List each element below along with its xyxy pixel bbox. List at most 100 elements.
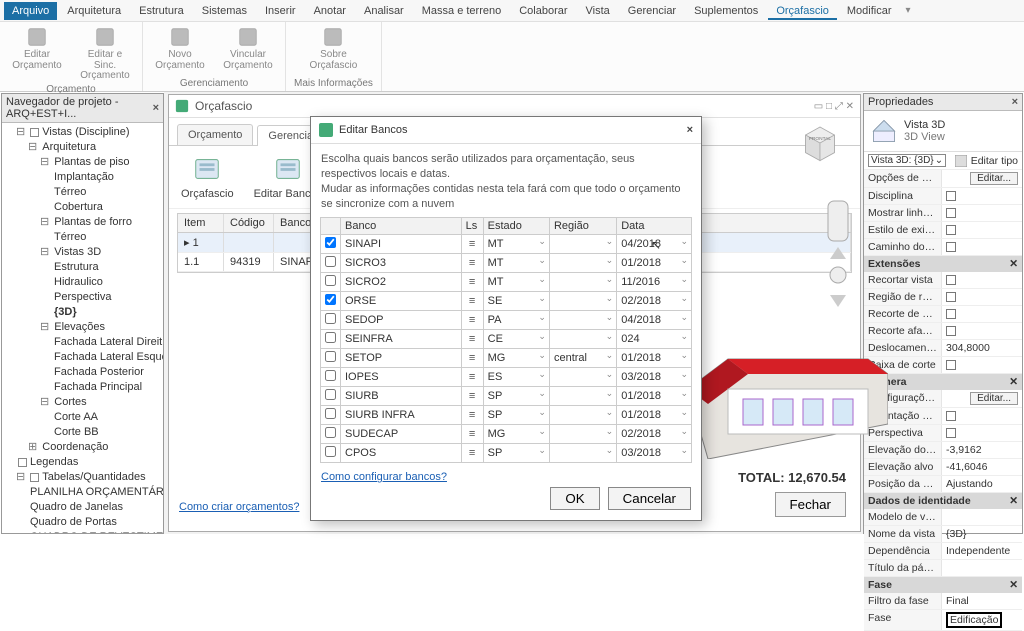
prop-row[interactable]: Disciplina (864, 188, 1022, 205)
prop-row[interactable]: Modelo de vista (864, 509, 1022, 526)
prop-row[interactable]: Opções de exi...Editar... (864, 170, 1022, 188)
menu-colaborar[interactable]: Colaborar (511, 2, 575, 20)
menu-inserir[interactable]: Inserir (257, 2, 304, 20)
banco-row[interactable]: ORSE≡SE02/2018 (321, 292, 692, 311)
checkbox[interactable] (946, 242, 956, 252)
banco-row[interactable]: SEDOP≡PA04/2018 (321, 311, 692, 330)
tree-node[interactable]: Cobertura (6, 200, 161, 215)
checkbox[interactable] (946, 208, 956, 218)
menu-estrutura[interactable]: Estrutura (131, 2, 192, 20)
view-type[interactable]: Vista 3D 3D View (864, 111, 1022, 152)
banco-row[interactable]: SEINFRA≡CE024 (321, 330, 692, 349)
tree-node[interactable]: ⊟ Vistas 3D (6, 245, 161, 260)
menu-modificar[interactable]: Modificar (839, 2, 900, 20)
prop-row[interactable]: Título da pági... (864, 560, 1022, 577)
banco-checkbox[interactable] (325, 351, 336, 362)
fechar-button[interactable]: Fechar (775, 492, 846, 517)
nav-wheel[interactable] (824, 197, 852, 317)
banco-row[interactable]: IOPES≡ES03/2018 (321, 368, 692, 387)
ok-button[interactable]: OK (550, 487, 599, 510)
tree-node[interactable]: ⊟ Vistas (Discipline) (6, 125, 161, 140)
tree-node[interactable]: PLANILHA ORÇAMENTÁRIA (6, 485, 161, 500)
tree-node[interactable]: ⊞ Coordenação (6, 440, 161, 455)
banco-checkbox[interactable] (325, 408, 336, 419)
menu-anotar[interactable]: Anotar (306, 2, 354, 20)
banco-checkbox[interactable] (325, 427, 336, 438)
banco-checkbox[interactable] (325, 370, 336, 381)
close-icon[interactable]: × (687, 124, 693, 136)
checkbox[interactable] (946, 225, 956, 235)
close-icon[interactable]: × (1012, 96, 1018, 108)
prop-row[interactable]: Caminho do sol (864, 239, 1022, 256)
banco-checkbox[interactable] (325, 237, 336, 248)
editar-sinc-orcamento[interactable]: Editar e Sinc.Orçamento (76, 26, 134, 82)
banco-row[interactable]: SICRO2≡MT11/2016 (321, 273, 692, 292)
checkbox[interactable] (946, 191, 956, 201)
prop-row[interactable]: Filtro da faseFinal (864, 593, 1022, 610)
tree-node[interactable]: ⊟ Cortes (6, 395, 161, 410)
view-selector[interactable]: Vista 3D: {3D}⌄ (868, 154, 946, 167)
banco-checkbox[interactable] (325, 389, 336, 400)
cancel-button[interactable]: Cancelar (608, 487, 691, 510)
tree-node[interactable]: Estrutura (6, 260, 161, 275)
banco-row[interactable]: SETOP≡MGcentral01/2018 (321, 349, 692, 368)
prop-row[interactable]: DependênciaIndependente (864, 543, 1022, 560)
prop-row[interactable]: Elevação alvo-41,6046 (864, 459, 1022, 476)
tree-node[interactable]: Perspectiva (6, 290, 161, 305)
tree-node[interactable]: Térreo (6, 185, 161, 200)
project-tree[interactable]: ⊟ Vistas (Discipline)⊟ Arquitetura⊟ Plan… (2, 123, 163, 533)
checkbox[interactable] (946, 360, 956, 370)
checkbox[interactable] (946, 292, 956, 302)
tree-node[interactable]: Fachada Principal (6, 380, 161, 395)
checkbox[interactable] (946, 411, 956, 421)
prop-row[interactable]: Nome da vista{3D} (864, 526, 1022, 543)
checkbox[interactable] (946, 326, 956, 336)
orcafascio-btn[interactable]: Orçafascio (181, 154, 234, 200)
editar-orcamento[interactable]: EditarOrçamento (8, 26, 66, 82)
checkbox[interactable] (946, 275, 956, 285)
banco-row[interactable]: SIURB INFRA≡SP01/2018 (321, 406, 692, 425)
tree-node[interactable]: Quadro de Janelas (6, 500, 161, 515)
menu-massa-e-terreno[interactable]: Massa e terreno (414, 2, 509, 20)
banco-checkbox[interactable] (325, 446, 336, 457)
prop-row[interactable]: Estilo de exibi... (864, 222, 1022, 239)
prop-row[interactable]: Posição da câ...Ajustando (864, 476, 1022, 493)
tree-node[interactable]: Térreo (6, 230, 161, 245)
menu-analisar[interactable]: Analisar (356, 2, 412, 20)
menu-overflow-icon[interactable]: ▾ (902, 5, 915, 16)
menu-sistemas[interactable]: Sistemas (194, 2, 255, 20)
menu-arquivo[interactable]: Arquivo (4, 2, 57, 20)
tree-node[interactable]: ⊟ Elevações (6, 320, 161, 335)
tree-node[interactable]: {3D} (6, 305, 161, 320)
bancos-table[interactable]: BancoLsEstadoRegiãoDataSINAPI≡MT04/2018↖… (320, 217, 692, 463)
novo-orcamento[interactable]: NovoOrçamento (151, 26, 209, 71)
prop-row[interactable]: Mostrar linhas... (864, 205, 1022, 222)
tree-node[interactable]: Fachada Posterior (6, 365, 161, 380)
banco-checkbox[interactable] (325, 332, 336, 343)
menu-suplementos[interactable]: Suplementos (686, 2, 766, 20)
config-help-link[interactable]: Como configurar bancos? (311, 469, 457, 493)
sobre-orcafascio[interactable]: SobreOrçafascio (304, 26, 362, 71)
tree-node[interactable]: QUADRO DE REVESTIMENTOS (6, 530, 161, 533)
tab-orçamento[interactable]: Orçamento (177, 124, 253, 145)
checkbox[interactable] (946, 309, 956, 319)
prop-row[interactable]: Recorte de an... (864, 306, 1022, 323)
tree-node[interactable]: Implantação (6, 170, 161, 185)
prop-row[interactable]: Região de rec... (864, 289, 1022, 306)
banco-row[interactable]: SUDECAP≡MG02/2018 (321, 425, 692, 444)
tree-node[interactable]: Fachada Lateral Esque (6, 350, 161, 365)
tree-node[interactable]: ⊟ Tabelas/Quantidades (6, 470, 161, 485)
menu-orçafascio[interactable]: Orçafascio (768, 2, 837, 20)
menu-vista[interactable]: Vista (578, 2, 618, 20)
tree-node[interactable]: ⊟ Plantas de forro (6, 215, 161, 230)
banco-row[interactable]: SINAPI≡MT04/2018↖ (321, 235, 692, 254)
close-icon[interactable]: × (153, 102, 159, 114)
menu-gerenciar[interactable]: Gerenciar (620, 2, 684, 20)
tree-node[interactable]: Quadro de Portas (6, 515, 161, 530)
prop-row[interactable]: FaseEdificação (864, 610, 1022, 631)
tree-node[interactable]: ⊟ Plantas de piso (6, 155, 161, 170)
tree-node[interactable]: Corte BB (6, 425, 161, 440)
banco-checkbox[interactable] (325, 275, 336, 286)
banco-checkbox[interactable] (325, 256, 336, 267)
tree-node[interactable]: Fachada Lateral Direit (6, 335, 161, 350)
